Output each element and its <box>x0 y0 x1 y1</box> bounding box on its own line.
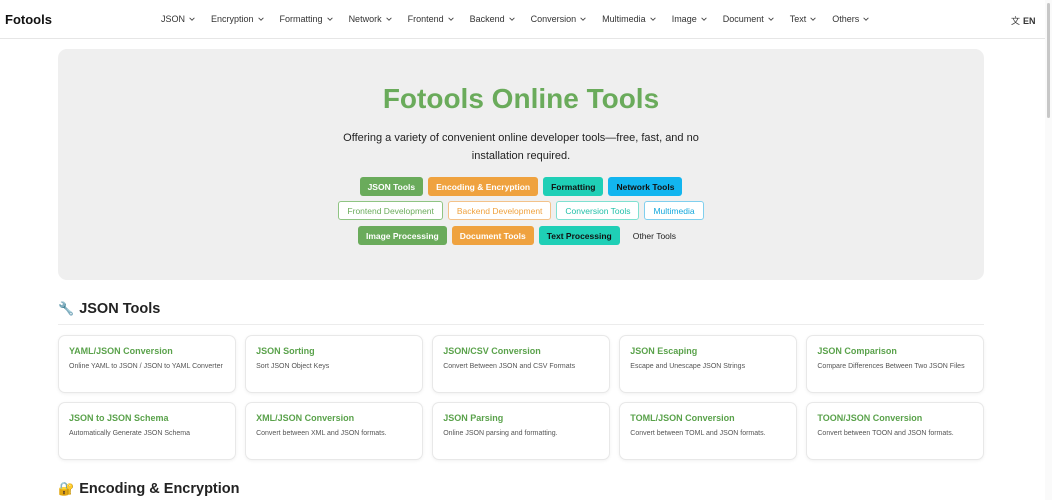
menu-frontend[interactable]: Frontend <box>408 14 455 24</box>
tag-frontend-development[interactable]: Frontend Development <box>338 201 443 220</box>
card-title: JSON to JSON Schema <box>69 413 169 423</box>
tag-other-tools[interactable]: Other Tools <box>625 226 684 245</box>
menu-encryption[interactable]: Encryption <box>211 14 265 24</box>
menu-label: Text <box>789 14 807 24</box>
language-label: EN <box>1023 15 1036 26</box>
menu-label: JSON <box>161 14 186 24</box>
tool-card-json-escaping[interactable]: JSON Escaping Escape and Unescape JSON S… <box>619 335 797 393</box>
tag-backend-development[interactable]: Backend Development <box>447 201 552 220</box>
hero-banner: Fotools Online Tools Offering a variety … <box>58 49 984 280</box>
card-description: Convert between XML and JSON formats. <box>256 430 387 437</box>
chevron-down-icon <box>385 17 392 21</box>
card-description: Automatically Generate JSON Schema <box>69 430 190 437</box>
tag-encoding-encryption[interactable]: Encoding & Encryption <box>428 177 539 196</box>
tool-card-xml-json[interactable]: XML/JSON Conversion Convert between XML … <box>245 402 423 460</box>
section-title: Encoding & Encryption <box>79 481 240 497</box>
menu-backend[interactable]: Backend <box>470 14 516 24</box>
translate-icon: 文 <box>1011 16 1021 26</box>
card-title: JSON/CSV Conversion <box>443 346 541 356</box>
menu-conversion[interactable]: Conversion <box>531 14 588 24</box>
brand-logo[interactable]: Fotools <box>5 12 52 27</box>
card-description: Convert between TOON and JSON formats. <box>817 430 954 437</box>
tool-card-json-parsing[interactable]: JSON Parsing Online JSON parsing and for… <box>432 402 610 460</box>
menu-label: Formatting <box>279 14 323 24</box>
tool-card-grid: YAML/JSON Conversion Online YAML to JSON… <box>58 335 984 460</box>
tool-card-json-comparison[interactable]: JSON Comparison Compare Differences Betw… <box>806 335 984 393</box>
chevron-down-icon <box>768 17 774 21</box>
card-description: Sort JSON Object Keys <box>256 363 330 370</box>
menu-network[interactable]: Network <box>349 14 393 24</box>
tag-json-tools[interactable]: JSON Tools <box>359 177 424 196</box>
tag-row: Frontend Development Backend Development… <box>58 201 984 220</box>
card-title: JSON Sorting <box>256 346 315 356</box>
menu-others[interactable]: Others <box>832 14 870 24</box>
menu-formatting[interactable]: Formatting <box>280 14 334 24</box>
menu-label: Conversion <box>530 14 577 24</box>
tool-card-yaml-json[interactable]: YAML/JSON Conversion Online YAML to JSON… <box>58 335 236 393</box>
card-description: Online JSON parsing and formatting. <box>443 430 558 437</box>
chevron-down-icon <box>580 17 586 21</box>
card-description: Compare Differences Between Two JSON Fil… <box>817 363 965 370</box>
tag-conversion-tools[interactable]: Conversion Tools <box>556 201 640 220</box>
menu-text[interactable]: Text <box>790 14 818 24</box>
tool-card-json-schema[interactable]: JSON to JSON Schema Automatically Genera… <box>58 402 236 460</box>
lock-with-key-icon: 🔐 <box>58 481 75 496</box>
card-title: YAML/JSON Conversion <box>69 346 173 356</box>
tag-formatting[interactable]: Formatting <box>543 177 604 196</box>
tag-row: Image Processing Document Tools Text Pro… <box>58 226 984 245</box>
card-title: JSON Escaping <box>630 346 698 356</box>
section-title: JSON Tools <box>79 301 161 317</box>
card-title: JSON Parsing <box>443 413 504 423</box>
section-divider <box>58 324 984 325</box>
card-description: Escape and Unescape JSON Strings <box>630 363 746 370</box>
tool-card-toon-json[interactable]: TOON/JSON Conversion Convert between TOO… <box>806 402 984 460</box>
card-description: Convert between TOML and JSON formats. <box>630 430 766 437</box>
section-heading-json: 🔧 JSON Tools <box>58 301 160 317</box>
menu-label: Multimedia <box>602 14 646 24</box>
top-nav: Fotools JSON Encryption Formatting Netwo… <box>0 0 1052 39</box>
chevron-down-icon <box>508 17 515 21</box>
chevron-down-icon <box>810 17 816 21</box>
tag-document-tools[interactable]: Document Tools <box>451 226 534 245</box>
chevron-down-icon <box>326 17 333 21</box>
menu-label: Document <box>722 14 764 24</box>
tool-card-json-sorting[interactable]: JSON Sorting Sort JSON Object Keys <box>245 335 423 393</box>
tag-row: JSON Tools Encoding & Encryption Formatt… <box>58 177 984 196</box>
chevron-down-icon <box>649 17 656 21</box>
hero-subtitle: Offering a variety of convenient online … <box>343 132 699 162</box>
menu-label: Image <box>671 14 697 24</box>
hero-title: Fotools Online Tools <box>382 83 660 114</box>
section-heading-encoding: 🔐 Encoding & Encryption <box>58 481 240 497</box>
tag-image-processing[interactable]: Image Processing <box>357 226 447 245</box>
card-title: TOML/JSON Conversion <box>630 413 735 423</box>
chevron-down-icon <box>447 17 454 21</box>
card-description: Convert Between JSON and CSV Formats <box>443 363 576 370</box>
menu-document[interactable]: Document <box>723 14 775 24</box>
chevron-down-icon <box>189 17 195 21</box>
card-description: Online YAML to JSON / JSON to YAML Conve… <box>69 363 223 370</box>
card-title: XML/JSON Conversion <box>256 413 355 423</box>
menu-label: Backend <box>469 14 505 24</box>
menu-multimedia[interactable]: Multimedia <box>602 14 657 24</box>
menu-label: Network <box>348 14 382 24</box>
menu-label: Others <box>832 14 860 24</box>
tag-text-processing[interactable]: Text Processing <box>538 226 620 245</box>
scrollbar-thumb[interactable] <box>1047 3 1050 118</box>
menu-image[interactable]: Image <box>672 14 708 24</box>
tag-multimedia[interactable]: Multimedia <box>644 201 704 220</box>
language-switcher[interactable]: 文 EN <box>1011 14 1036 27</box>
wrench-icon: 🔧 <box>58 301 75 316</box>
card-title: JSON Comparison <box>817 346 897 356</box>
menu-json[interactable]: JSON <box>161 14 196 24</box>
tag-network-tools[interactable]: Network Tools <box>608 177 683 196</box>
chevron-down-icon <box>700 17 707 21</box>
menu-label: Encryption <box>211 14 254 24</box>
menu-label: Frontend <box>407 14 444 24</box>
tool-card-json-csv[interactable]: JSON/CSV Conversion Convert Between JSON… <box>432 335 610 393</box>
card-title: TOON/JSON Conversion <box>817 413 923 423</box>
chevron-down-icon <box>257 17 264 21</box>
main-menu: JSON Encryption Formatting Network Front… <box>161 14 885 24</box>
chevron-down-icon <box>863 17 869 21</box>
tool-card-toml-json[interactable]: TOML/JSON Conversion Convert between TOM… <box>619 402 797 460</box>
